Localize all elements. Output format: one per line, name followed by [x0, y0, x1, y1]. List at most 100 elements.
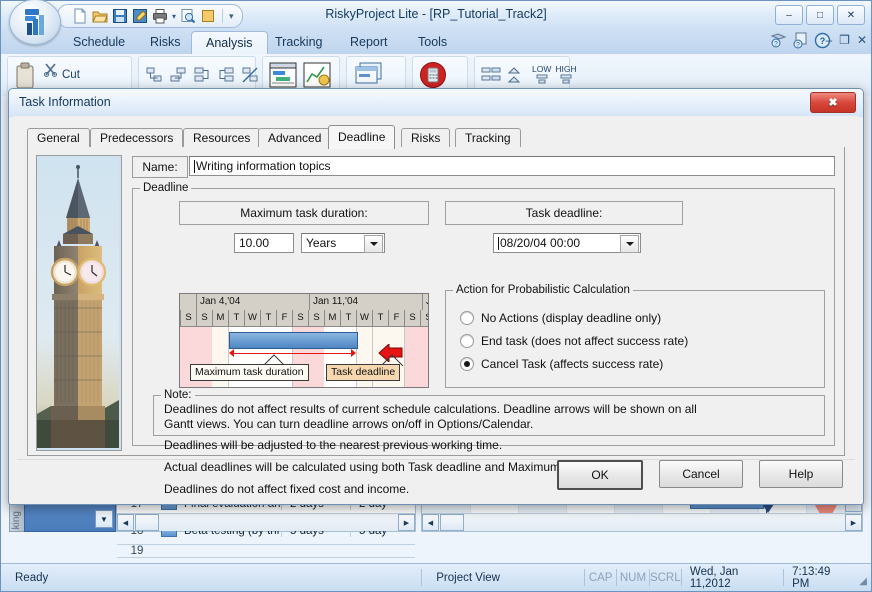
tab-risks[interactable]: Risks [401, 128, 450, 148]
task-name-value: Writing information topics [196, 159, 331, 173]
window-title-bar: ▾ ▾ RiskyProject Lite - [RP_Tutorial_Tra… [1, 1, 871, 30]
scroll-left-icon[interactable]: ◀ [117, 514, 134, 531]
document-help-icon[interactable]: ? [792, 32, 809, 49]
ribbon-tab-tracking[interactable]: Tracking [261, 31, 336, 54]
distribution-icon[interactable] [506, 64, 528, 86]
radio-icon[interactable] [460, 311, 474, 325]
status-num-indicator: NUM [617, 572, 648, 584]
status-time: 7:13:49 PM [784, 566, 854, 590]
radio-icon[interactable] [460, 334, 474, 348]
task-deadline-caption: Task deadline: [445, 201, 683, 225]
link-task-icon-3[interactable] [192, 65, 212, 85]
tab-tracking[interactable]: Tracking [455, 128, 521, 148]
link-task-icon-4[interactable] [216, 65, 236, 85]
radio-icon-selected[interactable] [460, 357, 474, 371]
high-risk-button[interactable]: HIGH [555, 64, 576, 86]
scroll-right-icon[interactable]: ▶ [845, 514, 862, 531]
status-message: Ready [1, 572, 421, 584]
table-row[interactable]: 19 [117, 545, 415, 558]
compare-icon[interactable] [480, 64, 502, 86]
gantt-day-cell: S [292, 310, 308, 326]
duration-unit-value: Years [306, 236, 336, 250]
gantt-horizontal-scrollbar[interactable]: ◀ ▶ [422, 513, 862, 531]
mdi-close-button[interactable]: ✕ [857, 33, 867, 47]
screen-root: ▾ ▾ RiskyProject Lite - [RP_Tutorial_Tra… [0, 0, 872, 592]
task-name-input[interactable]: Writing information topics [189, 156, 835, 176]
low-risk-button[interactable]: LOW [532, 64, 551, 86]
gantt-preview-task-bar [229, 332, 358, 349]
duration-arrow-head-left [229, 349, 234, 357]
task-id: 19 [117, 545, 157, 557]
resize-grip-icon[interactable]: ◢ [859, 576, 867, 587]
gantt-day-cell: M [324, 310, 340, 326]
deadline-group-label: Deadline [140, 182, 191, 194]
tab-predecessors[interactable]: Predecessors [90, 128, 183, 148]
ribbon-tab-schedule[interactable]: Schedule [59, 31, 139, 54]
ribbon-tab-risks[interactable]: Risks [136, 31, 195, 54]
scroll-left-icon[interactable]: ◀ [422, 514, 439, 531]
radio-cancel-task[interactable]: Cancel Task (affects success rate) [460, 357, 663, 371]
tab-resources[interactable]: Resources [183, 128, 260, 148]
chevron-down-icon[interactable] [364, 235, 383, 253]
calculate-icon[interactable] [418, 60, 448, 90]
svg-text:?: ? [820, 36, 826, 46]
tab-general[interactable]: General [27, 128, 90, 148]
window-maximize-button[interactable]: □ [806, 5, 834, 25]
text-caret [498, 237, 499, 250]
dialog-tab-strip: General Predecessors Resources Advanced … [27, 125, 845, 147]
max-duration-caption: Maximum task duration: [179, 201, 429, 225]
tab-advanced[interactable]: Advanced [258, 128, 331, 148]
view-bar-label: king [11, 511, 22, 529]
note-group: Note: Deadlines do not affect results of… [153, 395, 825, 436]
note-group-label: Note: [161, 389, 195, 401]
text-caret [194, 160, 195, 173]
gantt-day-cell: S [404, 310, 420, 326]
status-bar: Ready Project View CAP NUM SCRL Wed, Jan… [1, 563, 871, 591]
gantt-week-label: Jan 4,'04 [196, 294, 309, 310]
chevron-down-icon[interactable] [620, 235, 639, 253]
mdi-restore-button[interactable]: ❐ [839, 33, 850, 47]
cancel-button[interactable]: Cancel [659, 460, 743, 488]
tab-deadline[interactable]: Deadline [328, 125, 395, 149]
analysis-chart-icon[interactable] [302, 60, 332, 90]
gantt-day-cell: T [260, 310, 276, 326]
window-close-button[interactable]: ✕ [837, 5, 865, 25]
help-button[interactable]: Help [759, 460, 843, 488]
radio-no-actions[interactable]: No Actions (display deadline only) [460, 311, 661, 325]
dialog-body: General Predecessors Resources Advanced … [13, 116, 859, 500]
scroll-thumb[interactable] [440, 514, 464, 531]
application-menu-button[interactable] [9, 0, 61, 45]
deadline-group: Deadline Maximum task duration: 10.00 Ye… [132, 188, 835, 446]
radio-end-task[interactable]: End task (does not affect success rate) [460, 334, 688, 348]
note-line: Gantt views. You can turn deadline arrow… [164, 417, 814, 432]
cut-label[interactable]: Cut [62, 69, 80, 81]
dialog-close-button[interactable]: ✖ [810, 92, 856, 113]
multiple-windows-icon[interactable] [352, 61, 384, 89]
ribbon-tab-report[interactable]: Report [336, 31, 402, 54]
max-duration-input[interactable]: 10.00 [234, 233, 294, 253]
scroll-right-icon[interactable]: ▶ [398, 514, 415, 531]
gantt-chart-view-icon[interactable] [268, 60, 298, 90]
duration-unit-select[interactable]: Years [301, 233, 385, 253]
mdi-minimize-button[interactable]: – [825, 33, 832, 47]
paste-icon[interactable] [13, 62, 39, 88]
mdi-window-controls: – ❐ ✕ [825, 33, 867, 47]
task-information-dialog: Task Information ✖ General Predecessors … [8, 88, 864, 505]
scroll-thumb[interactable] [135, 514, 159, 531]
link-task-icon-2[interactable] [168, 65, 188, 85]
book-help-icon[interactable]: ? [770, 32, 787, 49]
ok-button[interactable]: OK [557, 460, 643, 490]
link-task-icon-1[interactable] [144, 65, 164, 85]
unlink-task-icon[interactable] [240, 65, 260, 85]
deadline-tab-panel: Name: Writing information topics Deadlin… [27, 147, 845, 456]
task-deadline-datepicker[interactable]: 08/20/04 00:00 [493, 233, 641, 253]
grid-horizontal-scrollbar[interactable]: ◀ ▶ [117, 513, 415, 531]
window-title: RiskyProject Lite - [RP_Tutorial_Track2] [1, 7, 871, 21]
view-bar-scroll-down-icon[interactable]: ▼ [95, 510, 113, 528]
window-minimize-button[interactable]: – [775, 5, 803, 25]
svg-text:?: ? [796, 42, 800, 49]
gantt-day-cell: T [372, 310, 388, 326]
cut-icon[interactable] [43, 62, 58, 88]
ribbon-tab-analysis[interactable]: Analysis [191, 31, 268, 55]
ribbon-tab-tools[interactable]: Tools [404, 31, 461, 54]
